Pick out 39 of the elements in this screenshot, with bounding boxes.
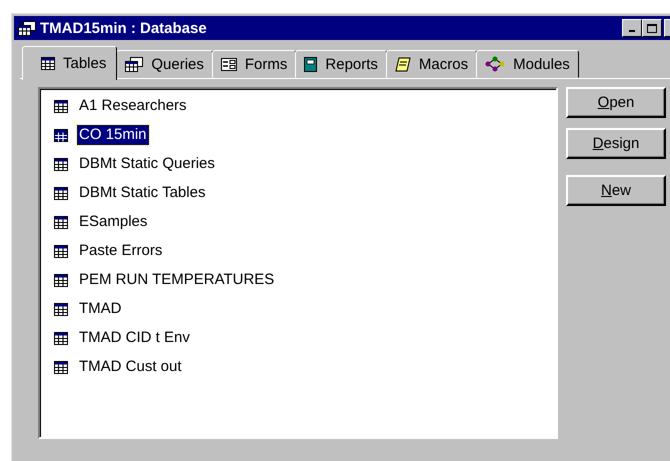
table-icon [41, 57, 55, 70]
table-icon [54, 302, 68, 316]
table-list-item[interactable]: ESamples [77, 212, 150, 232]
book-icon [304, 56, 318, 72]
minimize-button[interactable] [622, 19, 642, 37]
table-icon [54, 244, 68, 258]
table-icon [54, 360, 68, 374]
table-list-item[interactable]: TMAD Cust out [77, 357, 184, 377]
action-button[interactable]: Open [566, 87, 666, 118]
form-icon [220, 58, 237, 70]
table-list-item[interactable]: DBMt Static Queries [77, 154, 217, 174]
table-list-item[interactable]: Paste Errors [77, 241, 164, 261]
query-icon [18, 20, 36, 36]
tab[interactable]: Reports [295, 50, 387, 78]
table-list-item[interactable]: PEM RUN TEMPERATURES [77, 270, 276, 290]
table-icon [54, 216, 68, 228]
tab[interactable]: Tables [22, 46, 118, 80]
table-list-item[interactable]: TMAD CID t Env [77, 328, 192, 348]
tab[interactable]: Macros [386, 50, 478, 78]
window-title: TMAD15min : Database [40, 20, 208, 36]
table-icon [54, 186, 68, 200]
table-icon [54, 332, 68, 344]
table-icon [54, 158, 68, 170]
table-icon [54, 274, 68, 286]
maximize-icon [647, 24, 657, 32]
table-list-item[interactable]: CO 15min [77, 125, 149, 145]
molecule-icon [485, 56, 506, 72]
action-button[interactable]: New [566, 175, 666, 206]
tab[interactable]: Forms [212, 50, 296, 78]
tab[interactable]: Modules [476, 50, 579, 78]
table-list-item[interactable]: TMAD [77, 299, 124, 319]
table-list-item[interactable]: DBMt Static Tables [77, 183, 208, 203]
table-list-item[interactable]: A1 Researchers [77, 96, 189, 116]
action-button[interactable]: Design [566, 128, 666, 159]
table-icon [54, 100, 68, 112]
query-icon [125, 56, 144, 72]
scroll-icon [394, 56, 411, 72]
maximize-button[interactable] [642, 19, 662, 37]
table-icon [54, 128, 68, 142]
